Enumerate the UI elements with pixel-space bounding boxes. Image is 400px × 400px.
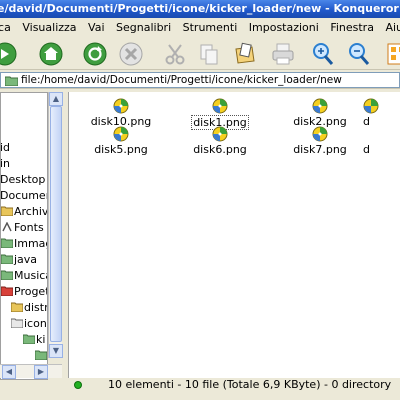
scroll-down-button[interactable]: ▼ bbox=[49, 344, 63, 358]
printer-icon bbox=[272, 43, 294, 65]
tree-item[interactable] bbox=[35, 349, 47, 363]
file-item[interactable]: disk6.png bbox=[182, 126, 258, 156]
paste-button[interactable] bbox=[232, 41, 258, 67]
status-bar: 10 elementi - 10 file (Totale 6,9 KByte)… bbox=[68, 378, 400, 392]
file-item[interactable]: disk10.png bbox=[83, 98, 159, 128]
tree-item[interactable]: Immagi bbox=[1, 237, 47, 251]
paste-icon bbox=[235, 42, 255, 64]
reload-icon bbox=[83, 42, 107, 66]
stop-button[interactable] bbox=[118, 41, 144, 67]
menu-settings[interactable]: Impostazioni bbox=[245, 18, 323, 38]
zoom-in-button[interactable] bbox=[310, 41, 336, 67]
tree-item[interactable]: Progett bbox=[1, 285, 47, 299]
tree-item[interactable]: Desktop bbox=[1, 173, 45, 187]
tree-item[interactable]: Musica bbox=[1, 269, 47, 283]
status-text: 10 elementi - 10 file (Totale 6,9 KByte)… bbox=[108, 378, 392, 391]
zoom-out-button[interactable] bbox=[346, 41, 372, 67]
menu-bookmarks[interactable]: Segnalibri bbox=[112, 18, 175, 38]
menu-view[interactable]: Visualizza bbox=[18, 18, 80, 38]
menu-go[interactable]: Vai bbox=[84, 18, 108, 38]
scrollbar-thumb[interactable] bbox=[50, 106, 62, 342]
tree-item[interactable]: id bbox=[1, 141, 10, 155]
forward-icon bbox=[0, 42, 17, 66]
home-icon bbox=[39, 42, 63, 66]
folder-icon bbox=[1, 206, 13, 216]
tree-item[interactable]: java bbox=[1, 253, 37, 267]
folder-icon bbox=[35, 350, 47, 360]
font-icon bbox=[2, 222, 12, 232]
status-indicator-icon bbox=[74, 381, 82, 389]
folder-icon bbox=[11, 302, 23, 312]
tree-item[interactable]: icon bbox=[11, 317, 47, 331]
scroll-left-button[interactable]: ◀ bbox=[2, 365, 16, 379]
disk-icon bbox=[212, 98, 228, 114]
location-input[interactable]: file:/home/david/Documenti/Progetti/icon… bbox=[0, 72, 400, 88]
file-view[interactable]: disk10.png disk1.png disk2.png d disk5.p… bbox=[68, 92, 400, 380]
disk-icon bbox=[113, 98, 129, 114]
scroll-right-button[interactable]: ▶ bbox=[34, 365, 48, 379]
icon-view-icon bbox=[387, 43, 400, 65]
file-item[interactable]: disk5.png bbox=[83, 126, 159, 156]
menu-bar: ica Visualizza Vai Segnalibri Strumenti … bbox=[0, 18, 400, 38]
tree-item[interactable]: in bbox=[1, 157, 10, 171]
location-value: file:/home/david/Documenti/Progetti/icon… bbox=[21, 74, 342, 86]
menu-edit[interactable]: ica bbox=[0, 18, 15, 38]
tree-item[interactable]: Documen bbox=[1, 189, 47, 203]
home-button[interactable] bbox=[38, 41, 64, 67]
disk-icon bbox=[312, 126, 328, 142]
forward-button[interactable] bbox=[0, 41, 18, 67]
stop-icon bbox=[119, 42, 143, 66]
zoom-in-icon bbox=[313, 43, 334, 65]
menu-tools[interactable]: Strumenti bbox=[179, 18, 242, 38]
menu-window[interactable]: Finestra bbox=[326, 18, 378, 38]
file-item[interactable]: d bbox=[363, 126, 400, 156]
main-toolbar bbox=[0, 38, 400, 70]
bottom-left-spacer bbox=[0, 380, 68, 400]
location-bar: file:/home/david/Documenti/Progetti/icon… bbox=[0, 71, 400, 89]
copy-icon bbox=[200, 44, 218, 65]
folder-open-icon bbox=[11, 318, 23, 328]
view-mode-button[interactable] bbox=[386, 41, 400, 67]
cut-button[interactable] bbox=[162, 41, 188, 67]
tree-item[interactable]: distr bbox=[11, 301, 47, 315]
file-item[interactable]: d bbox=[363, 98, 400, 128]
tree-item[interactable]: ki bbox=[23, 333, 45, 347]
tree-item[interactable]: Fonts bbox=[1, 221, 44, 235]
folder-icon bbox=[1, 238, 13, 248]
reload-button[interactable] bbox=[82, 41, 108, 67]
zoom-out-icon bbox=[349, 43, 370, 65]
disk-icon bbox=[312, 98, 328, 114]
menu-help[interactable]: Aiuto bbox=[381, 18, 400, 38]
disk-icon bbox=[113, 126, 129, 142]
window-title-bar[interactable]: ome/david/Documenti/Progetti/icone/kicke… bbox=[0, 0, 400, 18]
scroll-up-button[interactable]: ▲ bbox=[49, 92, 63, 106]
print-button[interactable] bbox=[270, 41, 296, 67]
disk-icon bbox=[212, 126, 228, 142]
scissors-icon bbox=[165, 44, 185, 65]
folder-icon bbox=[1, 254, 13, 264]
tree-horizontal-scrollbar[interactable]: ◀ ▶ bbox=[0, 364, 62, 379]
navigation-tree[interactable]: id in Desktop Documen Archiv Fonts Immag… bbox=[0, 92, 48, 380]
folder-icon bbox=[5, 76, 18, 86]
file-item[interactable]: disk7.png bbox=[282, 126, 358, 156]
file-item[interactable]: disk2.png bbox=[282, 98, 358, 128]
window-title: ome/david/Documenti/Progetti/icone/kicke… bbox=[0, 2, 399, 15]
folder-red-icon bbox=[1, 286, 13, 296]
tree-vertical-scrollbar[interactable]: ▲ ▼ bbox=[48, 92, 63, 358]
tree-item[interactable]: Archiv bbox=[1, 205, 47, 219]
disk-icon bbox=[363, 98, 379, 114]
copy-button[interactable] bbox=[196, 41, 222, 67]
folder-icon bbox=[1, 270, 13, 280]
folder-icon bbox=[23, 334, 35, 344]
